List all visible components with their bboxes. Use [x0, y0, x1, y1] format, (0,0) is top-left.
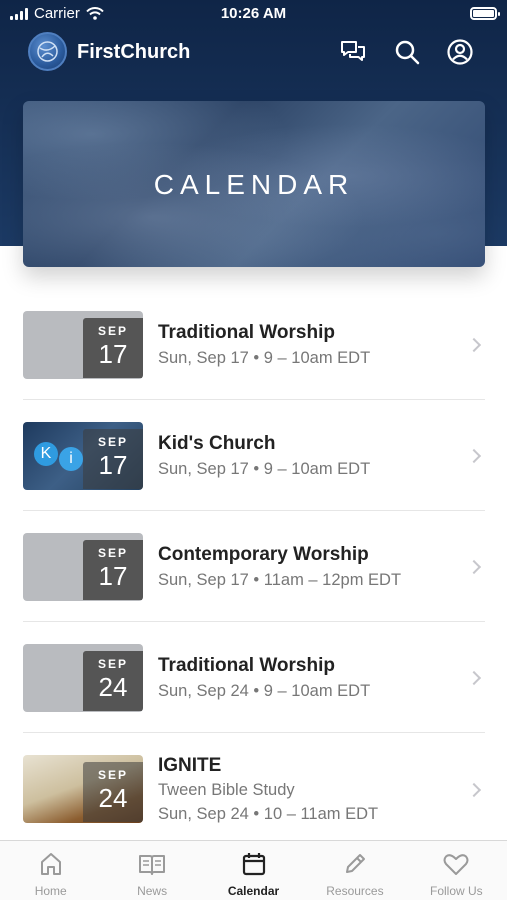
date-day: 17 — [98, 339, 128, 369]
event-row[interactable]: SEP 17 Traditional Worship Sun, Sep 17 •… — [23, 290, 485, 400]
tab-label: Resources — [326, 884, 384, 898]
chat-icon[interactable] — [339, 38, 367, 66]
tab-home[interactable]: Home — [0, 841, 101, 900]
chevron-right-icon — [466, 670, 482, 686]
date-month: SEP — [97, 324, 128, 338]
heart-icon — [443, 854, 469, 875]
event-time: Sun, Sep 17 • 11am – 12pm EDT — [158, 571, 402, 589]
tab-resources[interactable]: Resources — [304, 841, 405, 900]
event-time: Sun, Sep 17 • 9 – 10am EDT — [158, 460, 371, 478]
tab-label: Home — [34, 884, 67, 898]
date-badge: SEP 17 — [83, 540, 143, 600]
date-badge: SEP 17 — [83, 318, 143, 378]
date-day: 24 — [98, 672, 128, 702]
event-time: Sun, Sep 17 • 9 – 10am EDT — [158, 349, 371, 367]
event-time: Sun, Sep 24 • 9 – 10am EDT — [158, 682, 371, 700]
event-thumbnail: K i SEP 17 — [23, 422, 143, 490]
date-month: SEP — [97, 657, 128, 671]
date-day: 17 — [98, 450, 128, 480]
date-month: SEP — [97, 546, 128, 560]
chevron-right-icon — [466, 782, 482, 798]
event-thumbnail: SEP 24 — [23, 755, 143, 823]
home-icon — [40, 853, 61, 875]
date-month: SEP — [97, 435, 128, 449]
event-title: Kid's Church — [158, 433, 276, 454]
news-icon — [139, 855, 166, 875]
event-thumbnail: SEP 24 — [23, 644, 143, 712]
event-title: Traditional Worship — [158, 322, 335, 343]
date-month: SEP — [97, 768, 128, 782]
tab-follow-us[interactable]: Follow Us — [406, 841, 507, 900]
tab-label: Calendar — [227, 884, 280, 898]
profile-icon[interactable] — [446, 38, 474, 66]
event-row[interactable]: SEP 24 IGNITE Tween Bible Study Sun, Sep… — [23, 734, 485, 844]
event-title: IGNITE — [158, 755, 222, 776]
event-title: Contemporary Worship — [158, 544, 369, 565]
chevron-right-icon — [466, 337, 482, 353]
date-badge: SEP 17 — [83, 429, 143, 489]
tab-label: News — [137, 884, 168, 898]
battery-icon — [470, 7, 500, 20]
date-day: 24 — [98, 783, 128, 813]
tab-news[interactable]: News — [101, 841, 202, 900]
event-thumbnail: SEP 17 — [23, 311, 143, 379]
app-title: FirstChurch — [77, 41, 191, 63]
pencil-icon — [345, 854, 365, 873]
date-badge: SEP 24 — [83, 762, 143, 822]
church-logo-icon[interactable] — [28, 32, 67, 71]
event-row[interactable]: SEP 17 Contemporary Worship Sun, Sep 17 … — [23, 512, 485, 622]
status-time: 10:26 AM — [220, 5, 287, 22]
hero-title: CALENDAR — [153, 169, 355, 200]
status-bar: Carrier 10:26 AM — [0, 0, 507, 28]
date-badge: SEP 24 — [83, 651, 143, 711]
date-day: 17 — [98, 561, 128, 591]
thumb-letter-k: K — [34, 442, 58, 466]
event-row[interactable]: SEP 24 Traditional Worship Sun, Sep 24 •… — [23, 623, 485, 733]
tab-bar: Home News Calendar Resources Follow Us — [0, 840, 507, 900]
calendar-icon — [242, 853, 265, 876]
event-subtitle: Tween Bible Study — [158, 781, 295, 799]
tab-label: Follow Us — [429, 884, 483, 898]
event-title: Traditional Worship — [158, 655, 335, 676]
thumb-letter-i: i — [59, 447, 83, 471]
event-time: Sun, Sep 24 • 10 – 11am EDT — [158, 805, 379, 823]
chevron-right-icon — [466, 559, 482, 575]
event-thumbnail: SEP 17 — [23, 533, 143, 601]
app-header: FirstChurch — [0, 30, 507, 76]
tab-calendar[interactable]: Calendar — [203, 841, 304, 900]
chevron-right-icon — [466, 448, 482, 464]
calendar-hero-banner: CALENDAR — [23, 101, 485, 267]
search-icon[interactable] — [393, 38, 421, 66]
event-row[interactable]: K i SEP 17 Kid's Church Sun, Sep 17 • 9 … — [23, 401, 485, 511]
